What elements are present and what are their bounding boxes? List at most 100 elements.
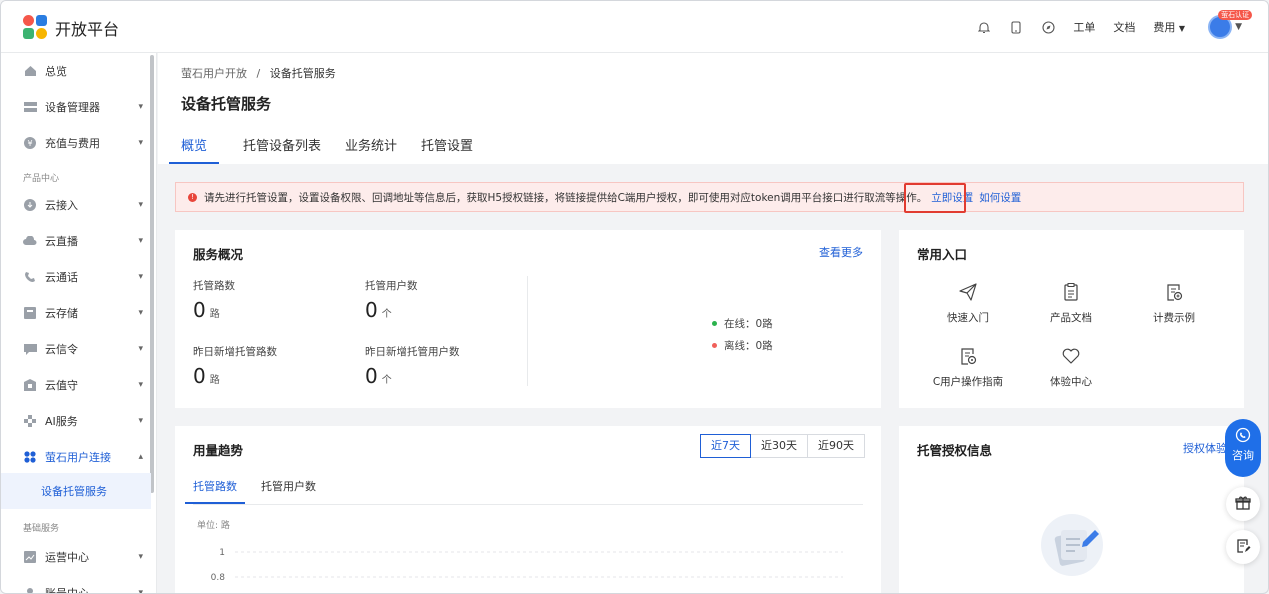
sidebar-item-cloud-live[interactable]: 云直播 ▾: [1, 223, 151, 259]
sidebar-item-ai-service[interactable]: AI服务 ▾: [1, 403, 151, 439]
metric-label: 托管路数: [193, 280, 235, 292]
feedback-button[interactable]: [1226, 530, 1260, 564]
sidebar-item-overview[interactable]: 总览: [1, 53, 151, 89]
card-title: 服务概况: [193, 247, 244, 262]
sidebar-item-cloud-signaling[interactable]: 云信令 ▾: [1, 331, 151, 367]
entry-user-guide[interactable]: C用户操作指南: [923, 346, 1013, 389]
breadcrumb-current: 设备托管服务: [269, 67, 336, 80]
auth-experience-link[interactable]: 授权体验: [1183, 440, 1227, 456]
docs-link[interactable]: 文档: [1113, 19, 1135, 35]
breadcrumb-separator: /: [256, 67, 261, 80]
tab-statistics[interactable]: 业务统计: [345, 135, 397, 164]
view-more-link[interactable]: 查看更多: [819, 244, 863, 260]
common-entries-card: 常用入口 快速入门 产品文档 计费示例 C用户操作指南 体验中心: [899, 230, 1244, 408]
page-title: 设备托管服务: [181, 95, 272, 113]
sidebar-item-ops-center[interactable]: 运营中心 ▾: [1, 539, 151, 575]
range-30d[interactable]: 近30天: [750, 434, 808, 458]
entry-label: 快速入门: [947, 312, 989, 324]
subtab-hosted-channels[interactable]: 托管路数: [185, 478, 245, 504]
metric-value: 0个: [365, 298, 392, 322]
sidebar-item-label: 云存储: [45, 307, 78, 320]
subtab-hosted-users[interactable]: 托管用户数: [261, 478, 316, 504]
sidebar-item-label: 云值守: [45, 379, 78, 392]
sidebar-subitem-device-hosting[interactable]: 设备托管服务: [1, 473, 151, 509]
sidebar-item-billing[interactable]: ¥ 充值与费用 ▾: [1, 125, 151, 161]
metric-value: 0个: [365, 364, 392, 388]
consult-label: 咨询: [1232, 449, 1254, 462]
phone-icon: [23, 270, 37, 284]
consult-button[interactable]: 咨询: [1225, 419, 1261, 477]
bell-icon[interactable]: [976, 19, 992, 35]
legend-online: 在线：0路: [712, 316, 773, 331]
sidebar-item-label: 设备管理器: [45, 101, 100, 114]
guard-icon: [23, 378, 37, 392]
service-overview-card: 服务概况 查看更多 托管路数 0路 托管用户数 0个 昨日新增托管路数 0路 昨…: [175, 230, 881, 408]
avatar[interactable]: 萤石认证: [1208, 10, 1253, 39]
sidebar-item-cloud-call[interactable]: 云通话 ▾: [1, 259, 151, 295]
entry-quick-start[interactable]: 快速入门: [923, 282, 1013, 325]
y-tick-label: 1: [219, 548, 225, 558]
section-label-product: 产品中心: [23, 174, 60, 184]
billing-menu[interactable]: 费用 ▼: [1153, 19, 1185, 35]
edit-doc-icon: [1235, 538, 1251, 557]
metric-value: 0路: [193, 298, 220, 322]
mobile-icon[interactable]: [1008, 19, 1024, 35]
compass-icon[interactable]: [1040, 19, 1056, 35]
card-title: 托管授权信息: [917, 443, 993, 458]
svg-text:¥: ¥: [27, 139, 32, 148]
sidebar-item-label: 总览: [45, 65, 67, 78]
sidebar-item-cloud-storage[interactable]: 云存储 ▾: [1, 295, 151, 331]
chevron-down-icon: ▾: [138, 416, 143, 426]
chart-unit-label: 单位: 路: [197, 521, 230, 531]
gift-icon: [1235, 495, 1251, 514]
sidebar-item-user-connect[interactable]: 萤石用户连接 ▴: [1, 439, 151, 475]
tab-hosting-settings[interactable]: 托管设置: [421, 135, 473, 164]
storage-icon: [23, 306, 37, 320]
card-title: 常用入口: [917, 247, 968, 262]
tab-hosted-devices[interactable]: 托管设备列表: [243, 135, 321, 164]
entry-label: 产品文档: [1050, 312, 1092, 324]
certified-badge: 萤石认证: [1218, 10, 1253, 20]
auth-info-card: 托管授权信息 授权体验: [899, 426, 1244, 593]
breadcrumb-parent[interactable]: 萤石用户开放: [181, 67, 247, 80]
how-to-setup-link[interactable]: 如何设置: [979, 190, 1021, 205]
sidebar-item-cloud-access[interactable]: 云接入 ▾: [1, 187, 151, 223]
device-icon: [23, 100, 37, 114]
chevron-down-icon: ▾: [138, 344, 143, 354]
phone-chat-icon: [1225, 427, 1261, 447]
breadcrumb: 萤石用户开放 / 设备托管服务: [181, 65, 336, 81]
cloud-access-icon: [23, 198, 37, 212]
logo[interactable]: 开放平台: [23, 15, 119, 41]
entry-product-docs[interactable]: 产品文档: [1026, 282, 1116, 325]
logo-icon: [23, 15, 49, 41]
sidebar-item-label: 云通话: [45, 271, 78, 284]
entry-billing-example[interactable]: 计费示例: [1129, 282, 1219, 325]
chevron-down-icon: ▾: [138, 380, 143, 390]
chevron-down-icon[interactable]: ▼: [1235, 22, 1242, 32]
gift-button[interactable]: [1226, 487, 1260, 521]
highlight-box: [904, 183, 966, 213]
sidebar-item-label: 运营中心: [45, 551, 89, 564]
chevron-down-icon: ▾: [138, 588, 143, 594]
trend-chart: 10.8: [211, 548, 843, 583]
sidebar-item-cloud-guard[interactable]: 云值守 ▾: [1, 367, 151, 403]
subtab-divider: [193, 504, 863, 505]
sidebar-item-label: 萤石用户连接: [45, 451, 111, 464]
entry-label: 计费示例: [1153, 312, 1195, 324]
divider: [527, 276, 528, 386]
range-7d[interactable]: 近7天: [700, 434, 751, 458]
chevron-down-icon: ▾: [138, 138, 143, 148]
sidebar-item-account-center[interactable]: 账号中心 ▾: [1, 575, 151, 594]
chevron-down-icon: ▾: [138, 308, 143, 318]
chevron-down-icon: ▾: [138, 200, 143, 210]
range-90d[interactable]: 近90天: [807, 434, 865, 458]
logo-text: 开放平台: [55, 20, 120, 39]
sidebar-item-label: 充值与费用: [45, 137, 100, 150]
home-icon: [23, 64, 37, 78]
ticket-link[interactable]: 工单: [1073, 19, 1095, 35]
sidebar-item-device-manager[interactable]: 设备管理器 ▾: [1, 89, 151, 125]
entry-experience-center[interactable]: 体验中心: [1026, 346, 1116, 389]
y-tick-label: 0.8: [211, 573, 226, 583]
tab-overview[interactable]: 概览: [169, 135, 220, 164]
message-icon: [23, 342, 37, 356]
